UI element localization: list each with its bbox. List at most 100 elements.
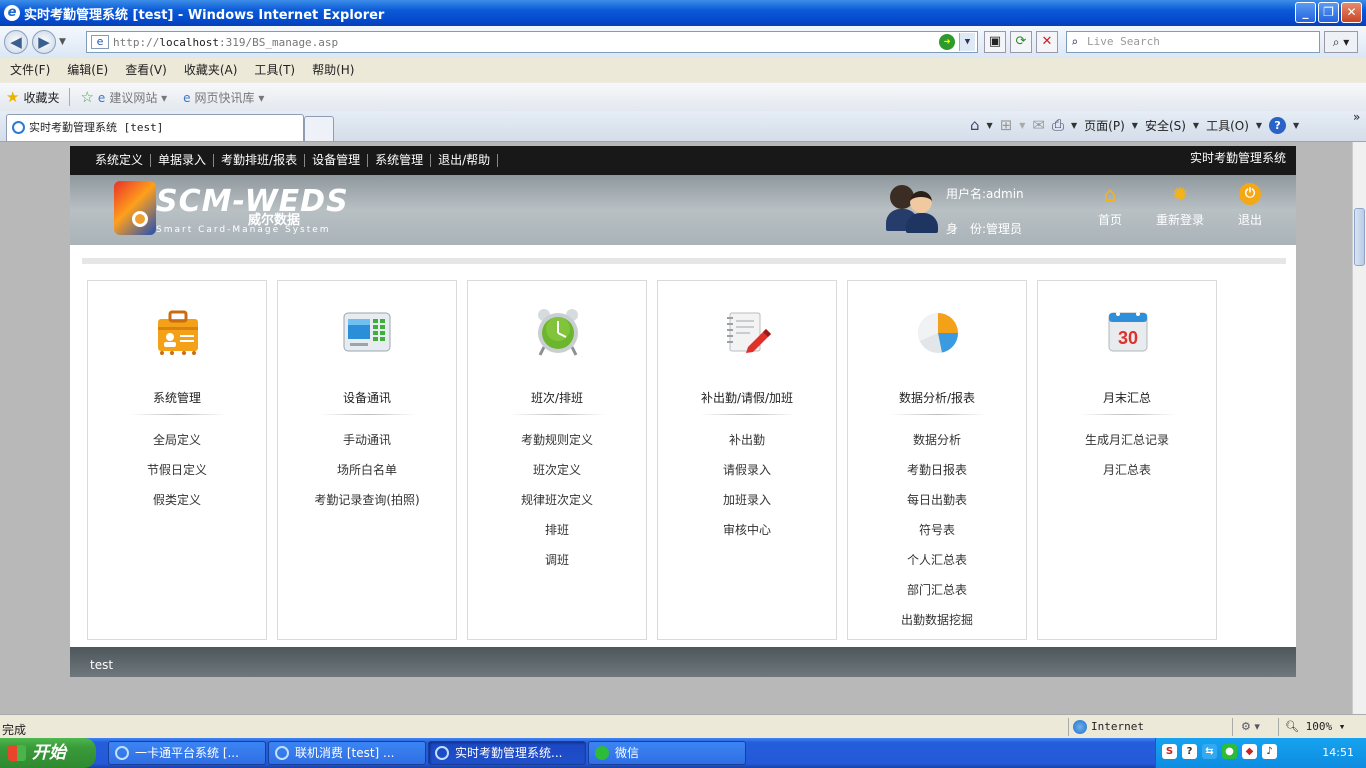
menu-help[interactable]: 帮助(H) [312, 61, 354, 78]
mail-icon[interactable]: ✉ [1032, 116, 1045, 134]
link-review-center[interactable]: 审核中心 [658, 521, 836, 551]
nav-attendance-schedule-reports[interactable]: 考勤排班/报表 [221, 154, 306, 167]
sogou-ime-icon[interactable]: S [1162, 744, 1177, 759]
nav-system-management[interactable]: 系统管理 [375, 154, 432, 167]
nav-exit-help[interactable]: 退出/帮助 [438, 154, 499, 167]
safety-dropdown-icon[interactable]: ▼ [1193, 121, 1199, 130]
link-attendance-record-query[interactable]: 考勤记录查询(拍照) [278, 491, 456, 521]
link-leave-entry[interactable]: 请假录入 [658, 461, 836, 491]
start-button[interactable]: 开始 [0, 738, 96, 768]
home-icon[interactable]: ⌂ [970, 116, 980, 134]
volume-icon[interactable]: ♪ [1262, 744, 1277, 759]
link-daily-presence-table[interactable]: 每日出勤表 [848, 491, 1026, 521]
security-zone[interactable]: Internet [1068, 718, 1232, 736]
close-button[interactable]: ✕ [1341, 2, 1362, 23]
menu-file[interactable]: 文件(F) [10, 61, 50, 78]
link-shift-adjustment[interactable]: 调班 [468, 551, 646, 581]
favorites-button[interactable]: 收藏夹 [23, 89, 59, 106]
briefcase-icon [152, 307, 204, 357]
link-supplementary-attendance[interactable]: 补出勤 [658, 431, 836, 461]
link-attendance-rule-definition[interactable]: 考勤规则定义 [468, 431, 646, 461]
favorites-star-icon: ★ [6, 88, 20, 106]
link-data-analysis[interactable]: 数据分析 [848, 431, 1026, 461]
tools-menu[interactable]: 工具(O) [1206, 117, 1249, 134]
help-dropdown-icon[interactable]: ▼ [1293, 121, 1299, 130]
antivirus-shield-icon[interactable]: ◆ [1242, 744, 1257, 759]
zoom-control[interactable]: 🔍︎ 100% ▾ [1278, 718, 1345, 736]
more-commands-icon[interactable]: » [1353, 110, 1360, 124]
link-overtime-entry[interactable]: 加班录入 [658, 491, 836, 521]
search-icon: ⌕ [1071, 35, 1079, 49]
link-shift-definition[interactable]: 班次定义 [468, 461, 646, 491]
feeds-dropdown-icon[interactable]: ▼ [1019, 121, 1025, 130]
link-personal-summary[interactable]: 个人汇总表 [848, 551, 1026, 581]
vertical-scrollbar[interactable] [1352, 142, 1366, 714]
forward-button[interactable]: ▶ [32, 30, 56, 54]
ime-help-icon[interactable]: ? [1182, 744, 1197, 759]
back-button[interactable]: ◀ [4, 30, 28, 54]
link-attendance-data-mining[interactable]: 出勤数据挖掘 [848, 611, 1026, 641]
link-leave-type-definition[interactable]: 假类定义 [88, 491, 266, 521]
help-icon[interactable]: ? [1269, 116, 1287, 134]
link-symbol-table[interactable]: 符号表 [848, 521, 1026, 551]
link-holiday-definition[interactable]: 节假日定义 [88, 461, 266, 491]
logo-mark-icon [114, 181, 156, 235]
nav-system-definition[interactable]: 系统定义 [95, 154, 152, 167]
home-dropdown-icon[interactable]: ▼ [987, 121, 993, 130]
page-dropdown-icon[interactable]: ▼ [1132, 121, 1138, 130]
search-button[interactable]: ⌕ ▾ [1324, 31, 1358, 53]
link-daily-attendance-report[interactable]: 考勤日报表 [848, 461, 1026, 491]
taskbar-item-attendance-system[interactable]: 实时考勤管理系统... [428, 741, 586, 765]
history-dropdown-icon[interactable]: ▼ [59, 37, 66, 47]
link-generate-monthly-summary[interactable]: 生成月汇总记录 [1038, 431, 1216, 461]
go-icon[interactable]: ➜ [939, 34, 955, 50]
exit-button[interactable]: ⏻ 退出 [1220, 183, 1280, 228]
compat-view-button[interactable]: ▣ [984, 31, 1006, 53]
stop-button[interactable]: ✕ [1036, 31, 1058, 53]
command-bar: ⌂ ▼ ⊞ ▼ ✉ ⎙ ▼ 页面(P) ▼ 安全(S) ▼ 工具(O) ▼ ? ▼ [970, 114, 1299, 136]
calendar-day-text: 30 [1118, 328, 1138, 348]
print-icon[interactable]: ⎙ [1052, 116, 1064, 134]
web-slice-gallery-link[interactable]: e 网页快讯库 ▾ [183, 89, 264, 106]
link-manual-communication[interactable]: 手动通讯 [278, 431, 456, 461]
refresh-button[interactable]: ⟳ [1010, 31, 1032, 53]
link-site-whitelist[interactable]: 场所白名单 [278, 461, 456, 491]
nav-device-management[interactable]: 设备管理 [312, 154, 369, 167]
suggested-sites-link[interactable]: e 建议网站 ▾ [98, 89, 167, 106]
link-department-summary[interactable]: 部门汇总表 [848, 581, 1026, 611]
search-input[interactable]: ⌕ Live Search [1066, 31, 1320, 53]
wechat-tray-icon[interactable]: ● [1222, 744, 1237, 759]
taskbar-item-wechat[interactable]: 微信 [588, 741, 746, 765]
protected-mode-icon[interactable]: ⚙ ▾ [1232, 718, 1276, 736]
page-menu[interactable]: 页面(P) [1084, 117, 1125, 134]
add-favorite-icon[interactable]: ☆ [80, 88, 93, 106]
globe-icon [1073, 720, 1087, 734]
tools-dropdown-icon[interactable]: ▼ [1256, 121, 1262, 130]
link-regular-shift-definition[interactable]: 规律班次定义 [468, 491, 646, 521]
module-divider [700, 414, 796, 415]
taskbar-item-online-consume[interactable]: 联机消费 [test] ... [268, 741, 426, 765]
relogin-button[interactable]: ✹ 重新登录 [1150, 183, 1210, 228]
maximize-button[interactable]: ❐ [1318, 2, 1339, 23]
menu-favorites[interactable]: 收藏夹(A) [184, 61, 238, 78]
menu-edit[interactable]: 编辑(E) [67, 61, 108, 78]
nav-document-entry[interactable]: 单据录入 [158, 154, 215, 167]
link-scheduling[interactable]: 排班 [468, 521, 646, 551]
scrollbar-thumb[interactable] [1354, 208, 1365, 266]
ie-task-icon [115, 746, 129, 760]
home-button[interactable]: ⌂ 首页 [1080, 183, 1140, 228]
link-monthly-summary-table[interactable]: 月汇总表 [1038, 461, 1216, 491]
tab-active[interactable]: 实时考勤管理系统 [test] [6, 114, 304, 141]
url-field[interactable]: e http://localhost:319/BS_manage.asp ➜ ▼ [86, 31, 978, 53]
safety-menu[interactable]: 安全(S) [1145, 117, 1186, 134]
feeds-icon[interactable]: ⊞ [1000, 116, 1013, 134]
new-tab-button[interactable] [304, 116, 334, 141]
link-global-definition[interactable]: 全局定义 [88, 431, 266, 461]
network-icon[interactable]: ⇆ [1202, 744, 1217, 759]
taskbar-item-card-platform[interactable]: 一卡通平台系统 [... [108, 741, 266, 765]
minimize-button[interactable]: _ [1295, 2, 1316, 23]
url-dropdown-icon[interactable]: ▼ [959, 33, 975, 51]
print-dropdown-icon[interactable]: ▼ [1071, 121, 1077, 130]
menu-tools[interactable]: 工具(T) [254, 61, 295, 78]
menu-view[interactable]: 查看(V) [125, 61, 167, 78]
